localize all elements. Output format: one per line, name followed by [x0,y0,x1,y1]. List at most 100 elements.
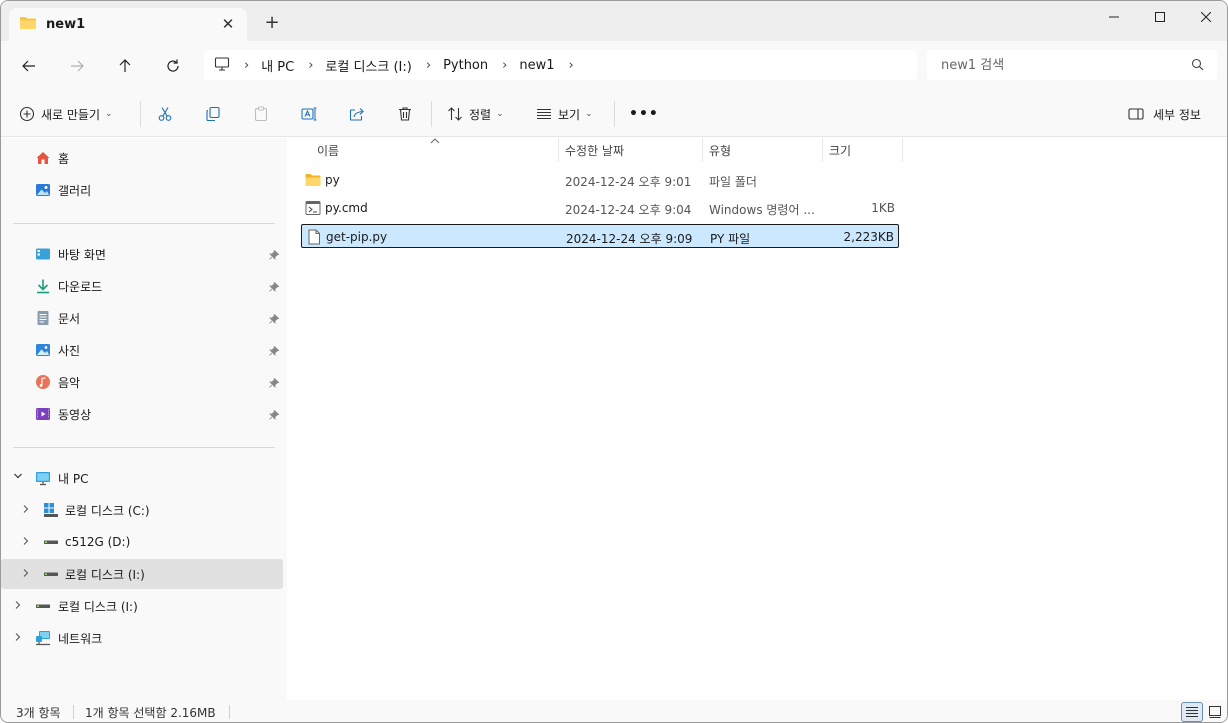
tiles-view-icon [1209,706,1221,718]
pin-icon[interactable] [269,345,280,359]
sidebar-item-label: 음악 [58,375,81,390]
sidebar-item-pictures[interactable]: 사진 [1,335,283,365]
file-type: Windows 명령어 ... [709,203,815,217]
sort-ascending-icon [430,137,440,147]
file-row-py-cmd[interactable]: py.cmd 2024-12-24 오후 9:04 Windows 명령어 ..… [301,196,899,220]
copy-button[interactable] [205,103,221,125]
chevron-down-icon[interactable] [13,471,23,484]
share-button[interactable] [349,103,365,125]
column-divider[interactable] [558,138,559,162]
breadcrumb-local-disk[interactable]: 로컬 디스크 (I:) [325,56,411,75]
pictures-icon [35,342,51,358]
sidebar-item-home[interactable]: 홈 [1,143,283,173]
sidebar-item-videos[interactable]: 동영상 [1,399,283,429]
up-arrow-icon [119,59,131,72]
pin-icon[interactable] [269,377,280,391]
breadcrumb-new1[interactable]: new1 [519,58,554,73]
sidebar-item-gallery[interactable]: 갤러리 [1,175,283,205]
search-icon[interactable] [1191,58,1204,74]
sidebar-item-label: 동영상 [58,407,92,422]
breadcrumb-chevron-icon[interactable]: › [426,58,431,73]
breadcrumb-chevron-icon[interactable]: › [244,58,249,73]
windows-drive-icon [43,502,59,518]
command-bar: 새로 만들기 ⌄ 정렬 ⌄ 보기 ⌄ ••• 세부 정보 [1,89,1227,137]
chevron-right-icon[interactable] [13,632,23,645]
sidebar-item-desktop[interactable]: 바탕 화면 [1,239,283,269]
navigation-bar: › 내 PC › 로컬 디스크 (I:) › Python › new1 › [1,41,1227,89]
minimize-button[interactable] [1091,1,1137,33]
column-header-size[interactable]: 크기 [829,138,851,162]
file-icon [306,229,322,248]
back-button[interactable] [16,53,42,79]
folder-icon [305,172,321,191]
view-button[interactable]: 보기 ⌄ [536,103,593,125]
column-header-date[interactable]: 수정한 날짜 [565,138,624,162]
maximize-button[interactable] [1137,1,1183,33]
refresh-button[interactable] [160,53,186,79]
breadcrumb-python[interactable]: Python [443,58,488,73]
file-row-py[interactable]: py 2024-12-24 오후 9:01 파일 폴더 [301,168,899,192]
details-pane-button[interactable]: 세부 정보 [1128,103,1201,125]
delete-button[interactable] [397,103,413,125]
cut-button[interactable] [157,103,173,125]
sidebar-item-documents[interactable]: 문서 [1,303,283,333]
pin-icon[interactable] [269,409,280,423]
sidebar-item-this-pc[interactable]: 내 PC [1,463,283,493]
file-date: 2024-12-24 오후 9:09 [566,232,693,246]
breadcrumb-this-pc[interactable]: 내 PC [261,56,294,75]
sidebar-item-downloads[interactable]: 다운로드 [1,271,283,301]
close-window-button[interactable] [1183,1,1227,33]
sidebar-item-music[interactable]: 음악 [1,367,283,397]
sidebar-item-label: 사진 [58,343,81,358]
column-divider[interactable] [702,138,703,162]
breadcrumb-chevron-icon[interactable]: › [502,58,507,73]
view-button-label: 보기 [558,107,581,122]
document-icon [35,310,51,326]
back-arrow-icon [22,60,35,72]
column-header-type[interactable]: 유형 [709,138,731,162]
close-tab-icon[interactable]: ✕ [219,15,237,33]
download-icon [35,278,51,294]
paste-button[interactable] [253,103,269,125]
new-tab-button[interactable]: + [263,14,281,32]
sidebar-item-external-drive-i[interactable]: 로컬 디스크 (I:) [1,591,283,621]
more-options-button[interactable]: ••• [629,103,659,125]
search-input[interactable] [927,50,1217,80]
sort-button[interactable]: 정렬 ⌄ [447,103,504,125]
column-divider[interactable] [902,138,903,162]
sidebar-item-label: 바탕 화면 [58,247,106,262]
column-header-name[interactable]: 이름 [317,138,339,162]
status-divider [229,705,230,719]
address-bar[interactable]: › 내 PC › 로컬 디스크 (I:) › Python › new1 › [204,50,917,80]
file-name: get-pip.py [326,230,388,244]
pin-icon[interactable] [269,281,280,295]
sidebar-item-network[interactable]: 네트워크 [1,623,283,653]
chevron-right-icon[interactable] [21,568,31,581]
pin-icon[interactable] [269,313,280,327]
forward-button[interactable] [64,53,90,79]
up-button[interactable] [112,53,138,79]
new-button[interactable]: 새로 만들기 ⌄ [19,103,113,125]
file-date: 2024-12-24 오후 9:01 [565,175,692,189]
tab-new1[interactable]: new1 ✕ [9,8,247,41]
sidebar-item-drive-d[interactable]: c512G (D:) [1,527,283,557]
pin-icon[interactable] [269,249,280,263]
breadcrumb-chevron-icon[interactable]: › [308,58,313,73]
sidebar-item-drive-i[interactable]: 로컬 디스크 (I:) [1,559,283,589]
chevron-right-icon[interactable] [21,536,31,549]
breadcrumb-chevron-icon[interactable]: › [568,58,573,73]
chevron-right-icon[interactable] [13,600,23,613]
computer-icon[interactable] [214,56,230,75]
rename-button[interactable] [301,103,317,125]
column-divider[interactable] [822,138,823,162]
plus-circle-icon [19,106,35,122]
sidebar-item-drive-c[interactable]: 로컬 디스크 (C:) [1,495,283,525]
file-size: 2,223KB [843,230,894,244]
details-view-button[interactable] [1181,702,1203,722]
tiles-view-button[interactable] [1204,702,1226,722]
network-icon [35,630,51,646]
file-row-get-pip[interactable]: get-pip.py 2024-12-24 오후 9:09 PY 파일 2,22… [301,224,899,248]
chevron-down-icon: ⌄ [105,109,113,119]
scissors-icon [158,107,172,121]
chevron-right-icon[interactable] [21,504,31,517]
